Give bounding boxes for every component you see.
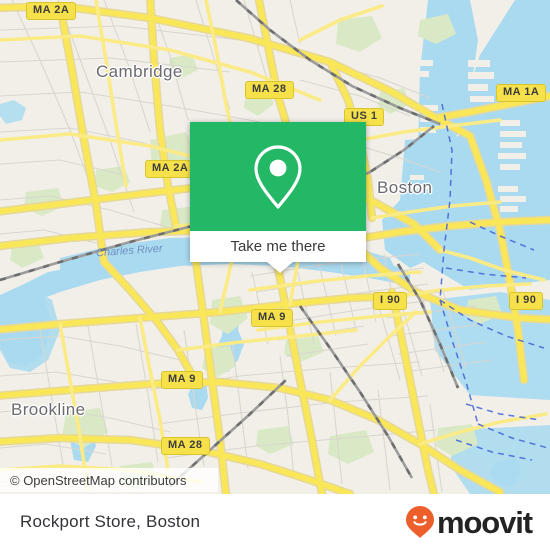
shield-ma-1a: MA 1A — [496, 84, 547, 102]
shield-i-90-right: I 90 — [509, 292, 544, 310]
moovit-logo[interactable]: moovit — [405, 504, 533, 540]
location-popup-card[interactable]: Take me there — [190, 122, 366, 273]
moovit-wordmark: moovit — [436, 504, 533, 540]
footer-bar: Rockport Store, Boston moovit — [0, 494, 550, 550]
attribution-text: © OpenStreetMap contributors — [10, 472, 187, 488]
shield-i-90-left: I 90 — [373, 292, 408, 310]
moovit-pin-icon — [405, 506, 434, 538]
shield-ma-28-top: MA 28 — [245, 81, 294, 99]
popup-tail — [267, 262, 293, 273]
map-pin-icon — [254, 144, 302, 209]
shield-ma-2a-mid: MA 2A — [145, 160, 196, 178]
shield-ma-9-lower: MA 9 — [161, 371, 203, 389]
footer-location-title: Rockport Store, Boston — [20, 512, 201, 531]
popup-icon-panel — [190, 122, 366, 231]
moovit-map-screenshot: Cambridge Boston Brookline Charles River… — [0, 0, 550, 550]
shield-ma-9-upper: MA 9 — [251, 309, 293, 327]
map-attribution[interactable]: © OpenStreetMap contributors — [0, 468, 218, 492]
shield-ma-2a-top: MA 2A — [26, 2, 77, 20]
shield-ma-28-bottom: MA 28 — [161, 437, 210, 455]
take-me-there-label: Take me there — [230, 238, 326, 255]
take-me-there-button[interactable]: Take me there — [190, 231, 366, 262]
map-canvas[interactable]: Cambridge Boston Brookline Charles River… — [0, 0, 550, 494]
